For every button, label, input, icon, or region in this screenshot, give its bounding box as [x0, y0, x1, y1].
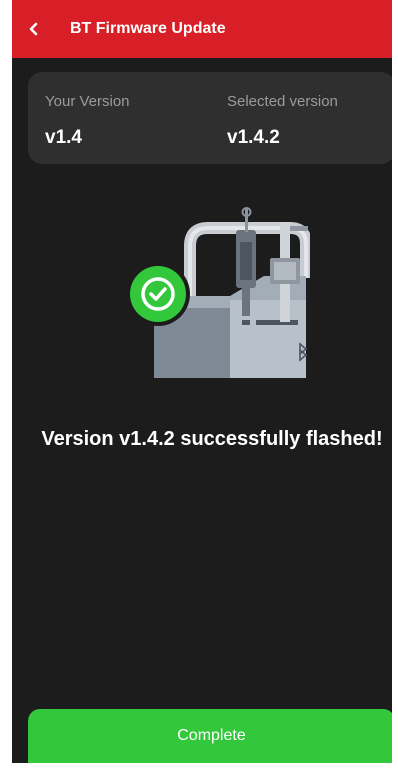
back-button[interactable] [12, 0, 56, 58]
version-card: Your Version v1.4 Selected version v1.4.… [28, 72, 392, 164]
complete-button[interactable]: Complete [28, 709, 392, 763]
app-screen: BT Firmware Update Your Version v1.4 Sel… [12, 0, 392, 763]
selected-version-value: v1.4.2 [227, 127, 280, 148]
your-version-value: v1.4 [45, 127, 82, 148]
selected-version-label: Selected version [227, 93, 338, 110]
success-message: Version v1.4.2 successfully flashed! [41, 428, 383, 450]
your-version-label: Your Version [45, 93, 130, 110]
firmware-device-illustration [126, 207, 310, 378]
page-title: BT Firmware Update [70, 20, 226, 37]
top-bar: BT Firmware Update [12, 0, 392, 58]
check-circle-icon [126, 262, 190, 326]
chevron-left-icon [29, 22, 38, 36]
